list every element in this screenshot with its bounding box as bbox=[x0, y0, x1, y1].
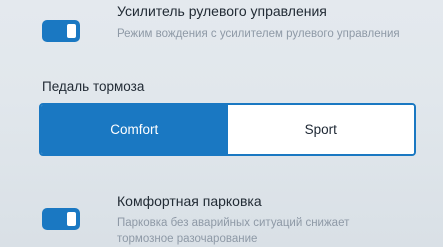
brake-pedal-label: Педаль тормоза bbox=[42, 79, 145, 94]
brake-pedal-segmented-control: Comfort Sport bbox=[39, 103, 416, 156]
toggle-knob bbox=[67, 212, 76, 226]
power-steering-title: Усилитель рулевого управления bbox=[117, 3, 327, 19]
power-steering-toggle[interactable] bbox=[42, 20, 80, 42]
comfort-parking-description: Парковка без аварийных ситуаций снижает … bbox=[117, 217, 350, 245]
comfort-parking-toggle[interactable] bbox=[42, 208, 80, 230]
toggle-knob bbox=[67, 24, 76, 38]
power-steering-description: Режим вождения с усилителем рулевого упр… bbox=[117, 28, 400, 40]
brake-mode-sport-option[interactable]: Sport bbox=[227, 105, 414, 154]
comfort-parking-title: Комфортная парковка bbox=[117, 193, 262, 209]
brake-mode-comfort-option[interactable]: Comfort bbox=[41, 105, 228, 154]
